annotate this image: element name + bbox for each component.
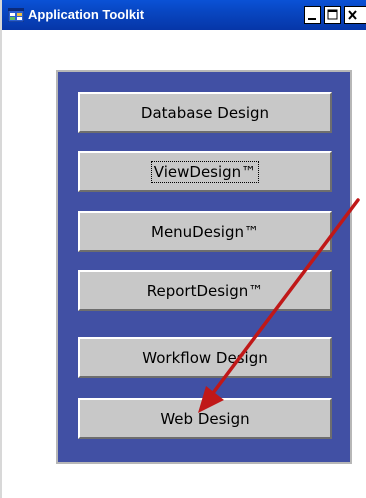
report-design-button[interactable]: ReportDesign™ — [78, 270, 332, 311]
title-bar[interactable]: Application Toolkit — [2, 0, 366, 30]
button-label: Web Design — [160, 409, 250, 428]
button-label: MenuDesign™ — [151, 222, 259, 241]
button-label: Database Design — [140, 103, 270, 122]
minimize-button[interactable] — [304, 6, 321, 24]
close-button[interactable] — [344, 6, 366, 24]
view-design-button[interactable]: ViewDesign™ — [78, 151, 332, 192]
button-label: ViewDesign™ — [150, 160, 260, 183]
workflow-design-button[interactable]: Workflow Design — [78, 337, 332, 378]
maximize-button[interactable] — [324, 6, 341, 24]
web-design-button[interactable]: Web Design — [78, 398, 332, 439]
app-window: Application Toolkit Database Design View… — [0, 0, 366, 498]
database-design-button[interactable]: Database Design — [78, 92, 332, 133]
window-title: Application Toolkit — [28, 7, 145, 22]
close-icon — [348, 10, 357, 20]
button-label: Workflow Design — [142, 348, 268, 367]
minimize-icon — [308, 18, 316, 20]
maximize-icon — [327, 9, 338, 20]
app-window-icon — [8, 8, 24, 22]
toolkit-panel: Database Design ViewDesign™ MenuDesign™ … — [56, 70, 352, 464]
menu-design-button[interactable]: MenuDesign™ — [78, 211, 332, 252]
button-label: ReportDesign™ — [146, 281, 264, 300]
